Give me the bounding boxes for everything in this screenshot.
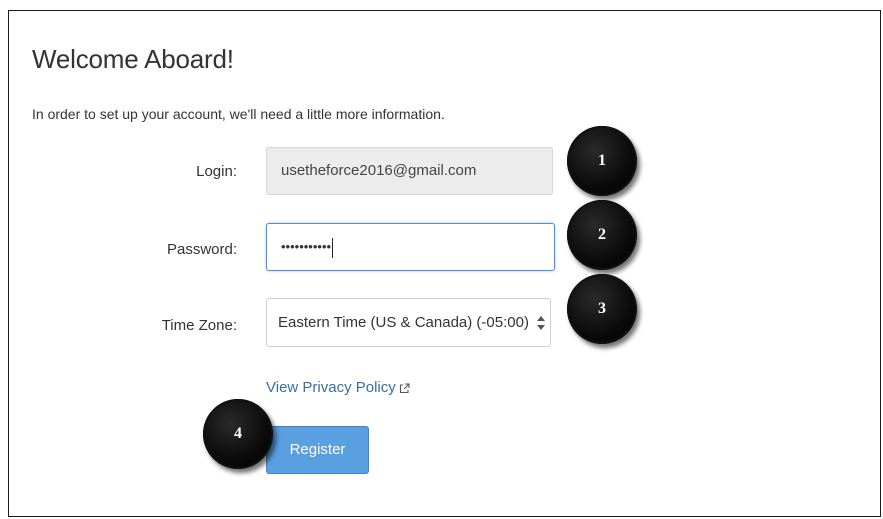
privacy-policy-link[interactable]: View Privacy Policy <box>266 379 410 396</box>
step-marker-2: 2 <box>567 200 637 270</box>
step-marker-3: 3 <box>567 274 637 344</box>
login-value: usetheforce2016@gmail.com <box>281 162 477 179</box>
login-field[interactable]: usetheforce2016@gmail.com <box>266 147 553 195</box>
time-zone-select[interactable]: Eastern Time (US & Canada) (-05:00) <box>266 298 551 347</box>
page-title: Welcome Aboard! <box>32 44 234 74</box>
text-caret <box>332 237 334 258</box>
password-masked-value: ••••••••••• <box>281 239 332 254</box>
external-link-icon <box>399 382 410 393</box>
step-marker-4: 4 <box>203 399 273 469</box>
step-marker-1: 1 <box>567 126 637 196</box>
password-field[interactable]: ••••••••••• <box>266 223 555 271</box>
time-zone-label: Time Zone: <box>161 317 237 334</box>
intro-text: In order to set up your account, we'll n… <box>32 106 445 122</box>
password-label: Password: <box>166 241 237 258</box>
privacy-policy-label: View Privacy Policy <box>266 379 396 396</box>
login-label: Login: <box>196 163 237 180</box>
chevron-up-down-icon <box>537 316 545 330</box>
register-button[interactable]: Register <box>266 426 369 474</box>
welcome-panel: Welcome Aboard! In order to set up your … <box>8 10 881 517</box>
time-zone-selected-value: Eastern Time (US & Canada) (-05:00) <box>278 314 528 331</box>
